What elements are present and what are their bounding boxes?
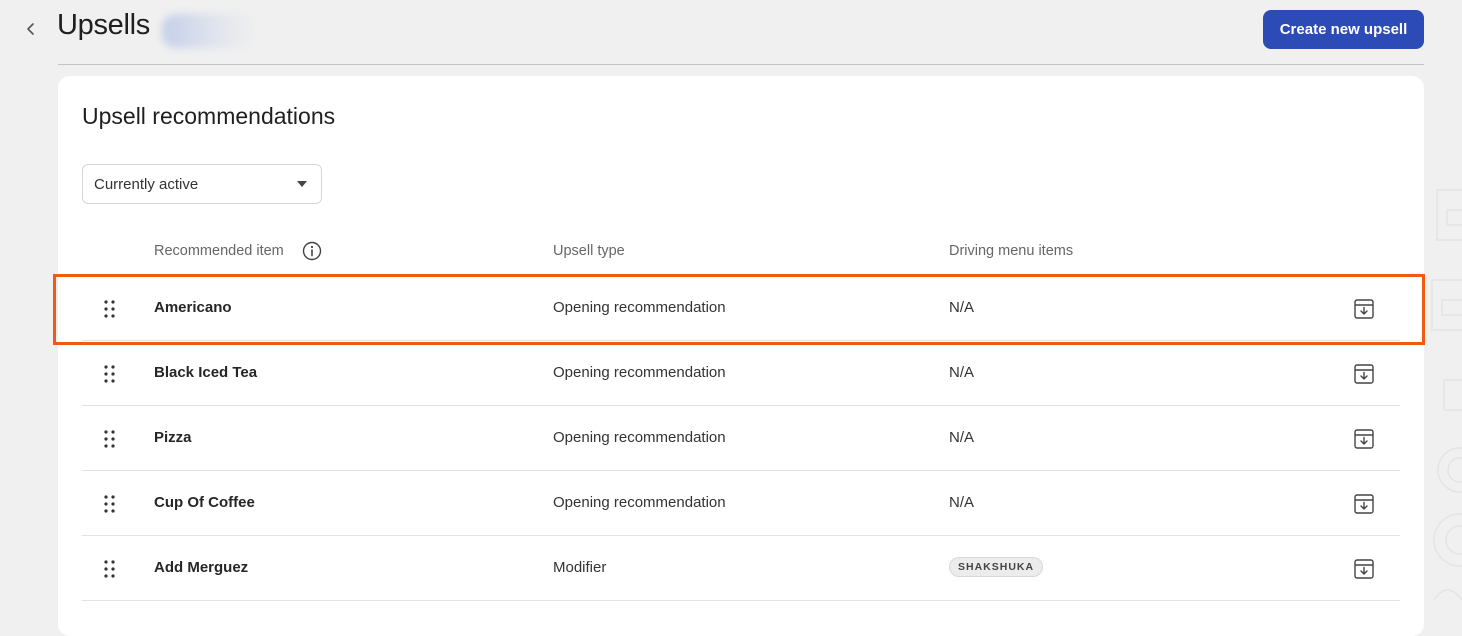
column-header-upsell-type: Upsell type	[553, 243, 625, 259]
header-divider	[58, 64, 1424, 65]
column-header-recommended-item: Recommended item	[154, 243, 284, 259]
info-icon[interactable]	[302, 241, 322, 261]
back-button[interactable]	[18, 16, 44, 42]
driving-menu-items: N/A	[949, 299, 975, 316]
driving-menu-items: N/A	[949, 494, 975, 511]
drag-handle-icon[interactable]	[104, 430, 116, 448]
driving-menu-items: N/A	[949, 429, 975, 446]
upsell-type: Modifier	[553, 559, 607, 576]
status-filter-value: Currently active	[94, 175, 199, 193]
page-title: Upsells	[57, 9, 150, 41]
table-row[interactable]: Americano Opening recommendation N/A	[82, 276, 1400, 341]
archive-icon[interactable]	[1352, 362, 1376, 386]
redacted-location-tag	[162, 14, 256, 48]
column-header-driving-menu-items: Driving menu items	[949, 243, 1074, 259]
background-pattern	[1431, 189, 1462, 601]
recommended-item-name: Black Iced Tea	[154, 364, 258, 381]
upsell-type: Opening recommendation	[553, 299, 726, 316]
table-row[interactable]: Add Merguez Modifier SHAKSHUKA	[82, 536, 1400, 601]
upsell-recommendations-card: Upsell recommendations Currently active …	[58, 76, 1424, 636]
table-row[interactable]: Black Iced Tea Opening recommendation N/A	[82, 341, 1400, 406]
recommended-item-name: Add Merguez	[154, 559, 249, 576]
archive-icon[interactable]	[1352, 492, 1376, 516]
upsell-type: Opening recommendation	[553, 494, 726, 511]
drag-handle-icon[interactable]	[104, 365, 116, 383]
upsell-type: Opening recommendation	[553, 429, 726, 446]
recommended-item-name: Americano	[154, 299, 232, 316]
table-row[interactable]: Cup Of Coffee Opening recommendation N/A	[82, 471, 1400, 536]
drag-handle-icon[interactable]	[104, 495, 116, 513]
create-new-upsell-button[interactable]: Create new upsell	[1263, 10, 1424, 49]
archive-icon[interactable]	[1352, 297, 1376, 321]
recommended-item-name: Cup Of Coffee	[154, 494, 255, 511]
recommended-item-name: Pizza	[154, 429, 192, 446]
archive-icon[interactable]	[1352, 557, 1376, 581]
archive-icon[interactable]	[1352, 427, 1376, 451]
caret-down-icon	[297, 181, 307, 187]
card-title: Upsell recommendations	[82, 103, 336, 129]
table-row[interactable]: Pizza Opening recommendation N/A	[82, 406, 1400, 471]
top-bar: Upsells Create new upsell	[0, 0, 1462, 64]
status-filter-dropdown[interactable]: Currently active	[82, 164, 322, 204]
table-header: Recommended item Upsell type Driving men…	[82, 236, 1400, 268]
driving-menu-items: N/A	[949, 364, 975, 381]
drag-handle-icon[interactable]	[104, 560, 116, 578]
drag-handle-icon[interactable]	[104, 300, 116, 318]
driving-item-chip: SHAKSHUKA	[949, 557, 1044, 577]
upsell-type: Opening recommendation	[553, 364, 726, 381]
chevron-left-icon	[27, 23, 34, 35]
